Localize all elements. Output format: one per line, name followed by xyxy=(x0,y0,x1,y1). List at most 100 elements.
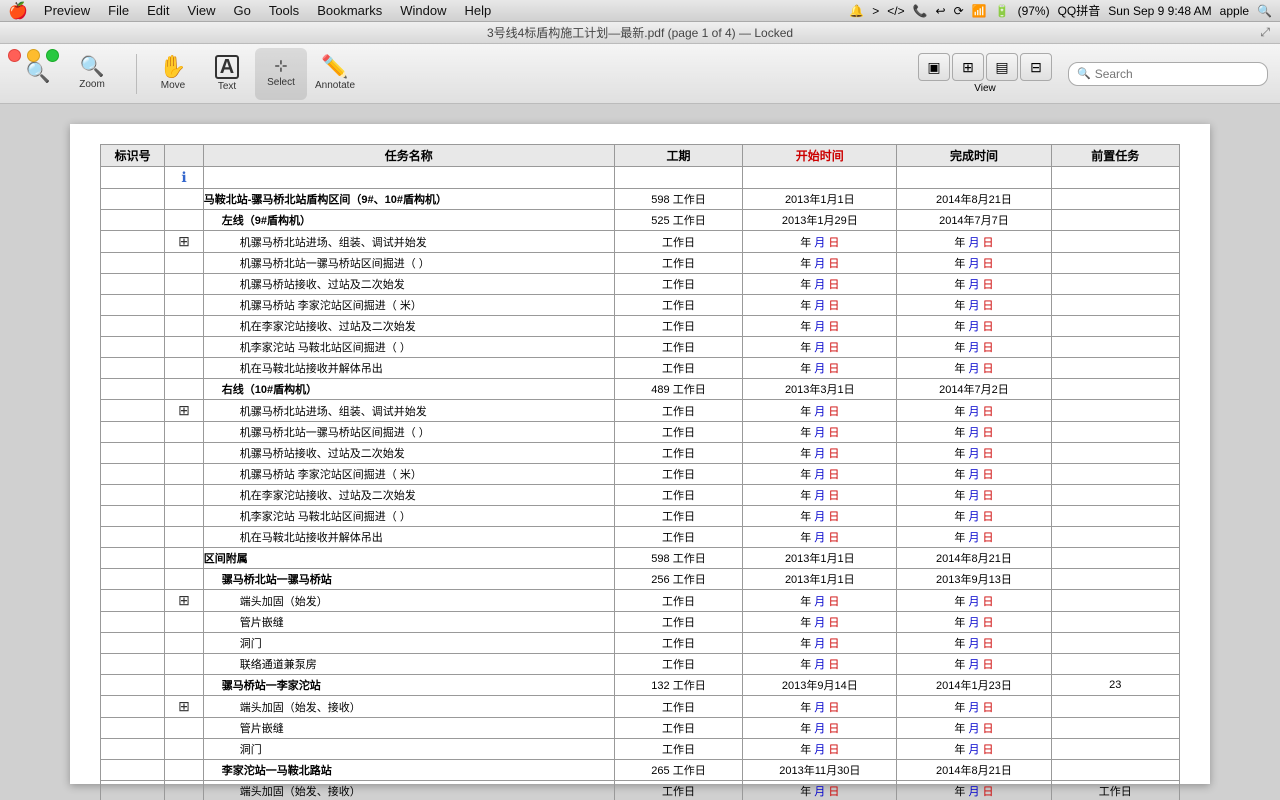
cell-start: 年 月 日 xyxy=(743,654,897,675)
menu-tools[interactable]: Tools xyxy=(261,2,307,19)
cell-start: 2013年1月29日 xyxy=(743,210,897,231)
cell-start: 年 月 日 xyxy=(743,400,897,422)
cell-icon: ⊞ xyxy=(165,696,204,718)
apple-menu[interactable]: 🍎 xyxy=(8,1,28,21)
cell-end: 2013年9月13日 xyxy=(897,569,1051,590)
cell-id xyxy=(101,760,165,781)
view-label: View xyxy=(974,83,996,94)
header-duration-sub xyxy=(614,167,742,189)
search-input[interactable] xyxy=(1095,67,1255,81)
cell-start: 年 月 日 xyxy=(743,464,897,485)
wifi-icon: 📶 xyxy=(972,4,987,18)
cell-start: 年 月 日 xyxy=(743,718,897,739)
cell-name: 机在马鞍北站接收并解体吊出 xyxy=(203,527,614,548)
cell-end: 2014年7月7日 xyxy=(897,210,1051,231)
cell-end: 2014年1月23日 xyxy=(897,675,1051,696)
minimize-button[interactable] xyxy=(27,49,40,62)
cell-duration: 265 工作日 xyxy=(614,760,742,781)
select-button[interactable]: ⊹ Select xyxy=(255,48,307,100)
cell-duration: 工作日 xyxy=(614,718,742,739)
cell-name: 机在马鞍北站接收并解体吊出 xyxy=(203,358,614,379)
menu-edit[interactable]: Edit xyxy=(139,2,177,19)
text-button[interactable]: A Text xyxy=(201,48,253,100)
annotate-button[interactable]: ✏️ Annotate xyxy=(309,48,361,100)
maximize-button[interactable] xyxy=(46,49,59,62)
view-double-button[interactable]: ⊞ xyxy=(952,53,984,81)
close-button[interactable] xyxy=(8,49,21,62)
menu-go[interactable]: Go xyxy=(225,2,258,19)
cell-end: 年 月 日 xyxy=(897,781,1051,800)
cell-duration: 工作日 xyxy=(614,295,742,316)
table-row: 机在马鞍北站接收并解体吊出工作日年 月 日年 月 日 xyxy=(101,358,1180,379)
move-button[interactable]: ✋ Move xyxy=(147,48,199,100)
menu-file[interactable]: File xyxy=(100,2,137,19)
menu-help[interactable]: Help xyxy=(456,2,499,19)
cell-id xyxy=(101,422,165,443)
header-end: 完成时间 xyxy=(897,145,1051,167)
bell-icon[interactable]: 🔔 xyxy=(849,4,864,18)
cell-name: 管片嵌缝 xyxy=(203,612,614,633)
cell-duration: 工作日 xyxy=(614,739,742,760)
username: apple xyxy=(1220,4,1249,18)
cell-name: 机骡马桥北站进场、组装、调试并始发 xyxy=(203,400,614,422)
zoom-in-button[interactable]: 🔍 Zoom xyxy=(66,48,118,100)
menu-preview[interactable]: Preview xyxy=(36,2,98,19)
cell-name: 骡马桥站一李家沱站 xyxy=(203,675,614,696)
cell-name: 机骡马桥北站进场、组装、调试并始发 xyxy=(203,231,614,253)
tool-group: ✋ Move A Text ⊹ Select ✏️ Annotate xyxy=(147,48,361,100)
menu-window[interactable]: Window xyxy=(392,2,454,19)
cell-duration: 工作日 xyxy=(614,464,742,485)
table-row: 机骡马桥站 李家沱站区间掘进（ 米）工作日年 月 日年 月 日 xyxy=(101,464,1180,485)
zoom-out-icon: 🔍 xyxy=(26,63,51,83)
view-strip-button[interactable]: ▤ xyxy=(986,53,1018,81)
view-grid-button[interactable]: ⊟ xyxy=(1020,53,1052,81)
cell-name: 马鞍北站-骡马桥北站盾构区间（9#、10#盾构机） xyxy=(203,189,614,210)
cell-start: 年 月 日 xyxy=(743,506,897,527)
cell-name: 机骡马桥站 李家沱站区间掘进（ 米） xyxy=(203,295,614,316)
cell-duration: 132 工作日 xyxy=(614,675,742,696)
table-row: 机在李家沱站接收、过站及二次始发工作日年 月 日年 月 日 xyxy=(101,485,1180,506)
cell-icon xyxy=(165,210,204,231)
table-row: 机骡马桥北站一骡马桥站区间掘进（ ）工作日年 月 日年 月 日 xyxy=(101,422,1180,443)
cell-end: 年 月 日 xyxy=(897,443,1051,464)
annotate-icon: ✏️ xyxy=(321,56,348,78)
cell-duration: 工作日 xyxy=(614,358,742,379)
cell-end: 年 月 日 xyxy=(897,464,1051,485)
cell-icon xyxy=(165,274,204,295)
cell-name: 机骡马桥站接收、过站及二次始发 xyxy=(203,274,614,295)
table-row: ⊞机骡马桥北站进场、组装、调试并始发工作日年 月 日年 月 日 xyxy=(101,400,1180,422)
view-single-button[interactable]: ▣ xyxy=(918,53,950,81)
cell-prev: 23 xyxy=(1051,675,1179,696)
view-section: ▣ ⊞ ▤ ⊟ View xyxy=(918,53,1052,94)
cell-end: 年 月 日 xyxy=(897,337,1051,358)
window-title: 3号线4标盾构施工计划—最新.pdf (page 1 of 4) — Locke… xyxy=(487,24,793,41)
header-info-row: ℹ xyxy=(101,167,1180,189)
phone-icon: 📞 xyxy=(913,4,928,18)
cell-start: 年 月 日 xyxy=(743,295,897,316)
cell-end: 年 月 日 xyxy=(897,654,1051,675)
search-box: 🔍 xyxy=(1068,62,1268,86)
cell-duration: 598 工作日 xyxy=(614,548,742,569)
table-row: 右线（10#盾构机）489 工作日2013年3月1日2014年7月2日 xyxy=(101,379,1180,400)
menu-view[interactable]: View xyxy=(180,2,224,19)
select-label: Select xyxy=(267,77,295,88)
grid-icon: ⊞ xyxy=(178,698,190,714)
cell-start: 年 月 日 xyxy=(743,781,897,800)
cell-name: 洞门 xyxy=(203,739,614,760)
menu-bookmarks[interactable]: Bookmarks xyxy=(309,2,390,19)
cell-duration: 工作日 xyxy=(614,400,742,422)
zoom-in-icon: 🔍 xyxy=(80,57,105,77)
chevron-icon: > xyxy=(872,4,879,18)
cell-prev xyxy=(1051,443,1179,464)
search-menu-icon[interactable]: 🔍 xyxy=(1257,4,1272,18)
cell-duration: 工作日 xyxy=(614,527,742,548)
cell-end: 年 月 日 xyxy=(897,274,1051,295)
resize-icon[interactable]: ⤢ xyxy=(1260,25,1270,40)
cell-id xyxy=(101,358,165,379)
table-row: ⊞机骡马桥北站进场、组装、调试并始发工作日年 月 日年 月 日 xyxy=(101,231,1180,253)
header-id-sub xyxy=(101,167,165,189)
grid-icon: ⊞ xyxy=(178,592,190,608)
cell-icon xyxy=(165,358,204,379)
cell-duration: 工作日 xyxy=(614,590,742,612)
header-prev: 前置任务 xyxy=(1051,145,1179,167)
